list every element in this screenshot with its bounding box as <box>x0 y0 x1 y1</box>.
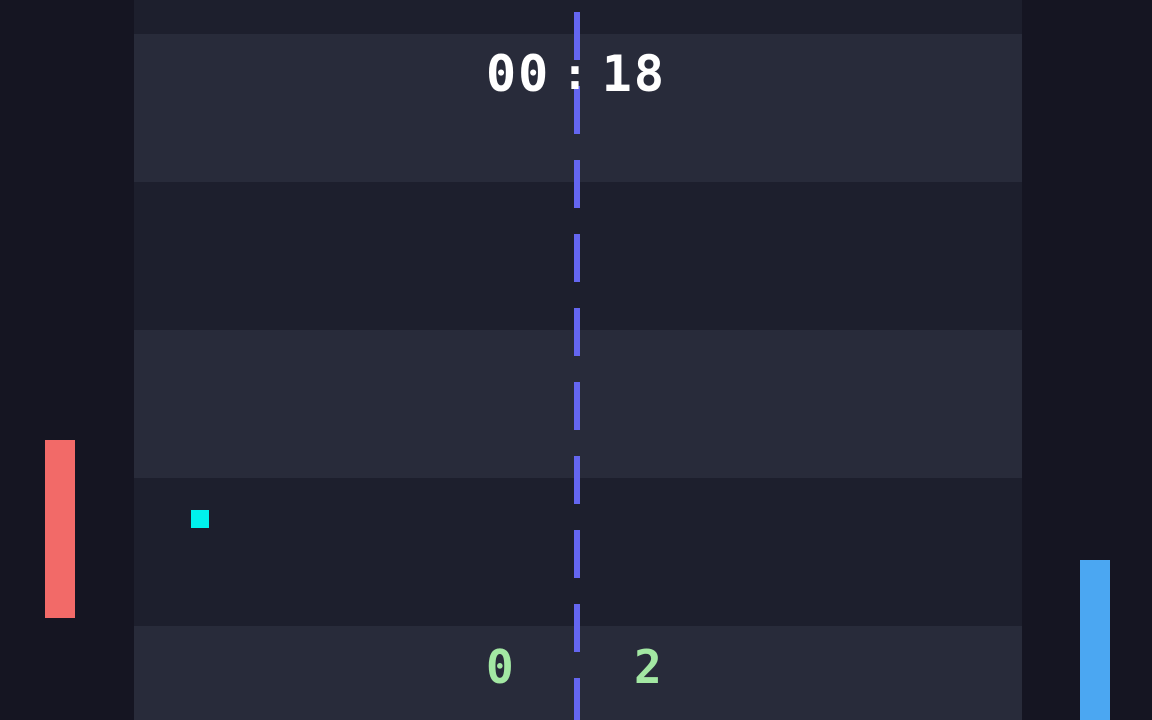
center-net <box>574 0 580 720</box>
timer-seconds: 18 <box>601 45 666 103</box>
left-player-score: 0 <box>486 640 514 694</box>
timer-separator: : <box>561 48 591 100</box>
timer-minutes: 00 <box>486 45 551 103</box>
left-paddle[interactable] <box>45 440 75 618</box>
match-timer: 00 : 18 <box>486 44 666 104</box>
game-canvas[interactable]: 00 : 18 0 2 <box>0 0 1152 720</box>
right-paddle[interactable] <box>1080 560 1110 720</box>
ball <box>191 510 209 528</box>
right-player-score: 2 <box>634 640 662 694</box>
